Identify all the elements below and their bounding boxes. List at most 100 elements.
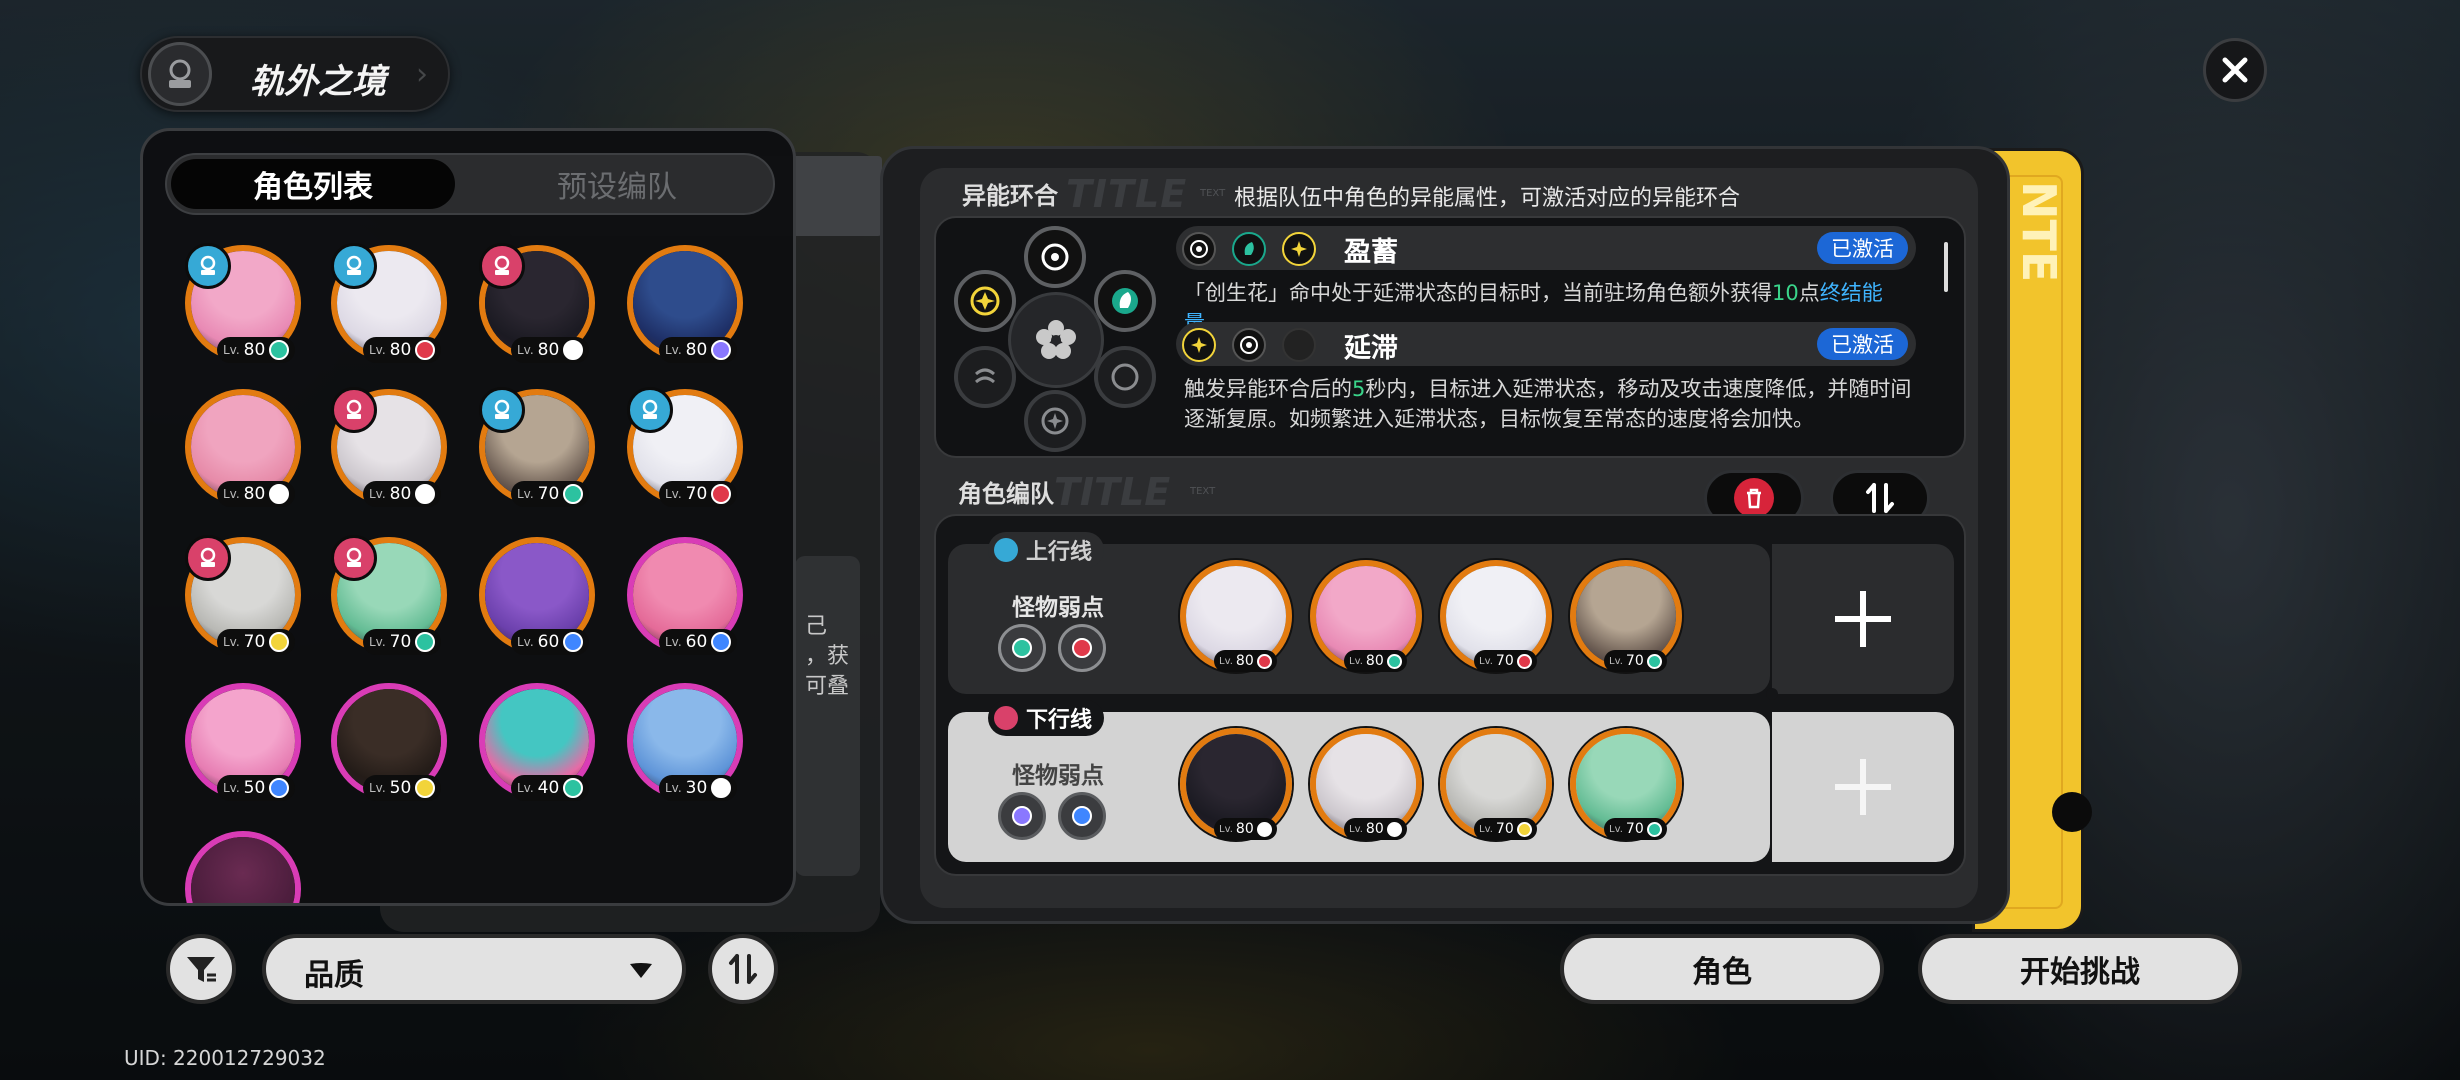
- ticket-hole: [2052, 792, 2092, 832]
- up-line-icon: [994, 538, 1018, 562]
- character-avatar[interactable]: Lv. 70: [185, 535, 301, 655]
- level-value: 70: [243, 632, 266, 652]
- character-avatar[interactable]: Lv. 50: [185, 683, 301, 801]
- character-avatar[interactable]: Lv. 80: [479, 243, 595, 363]
- ring-element-icon: [1111, 363, 1139, 391]
- level-tag: Lv. 70: [1604, 650, 1667, 672]
- level-value: 70: [1495, 821, 1514, 837]
- weakness-fire-icon: [1058, 624, 1106, 672]
- wheel-node-ring[interactable]: [1094, 346, 1156, 408]
- page-title: 轨外之境: [250, 62, 386, 102]
- dropdown-arrow-icon: [630, 963, 652, 978]
- element-icon: [1516, 821, 1532, 837]
- rank-badge-icon: [479, 387, 525, 433]
- team-member-avatar[interactable]: Lv. 80: [1180, 560, 1292, 672]
- add-down-line-button[interactable]: [1772, 712, 1954, 862]
- wheel-node-spark[interactable]: [954, 270, 1016, 332]
- sort-select[interactable]: 品质: [262, 934, 686, 1004]
- rank-badge-icon: [331, 243, 377, 289]
- level-value: 70: [537, 484, 560, 504]
- element-icon: [269, 484, 290, 504]
- up-line-row: 上行线 怪物弱点 Lv. 80 Lv. 80 Lv. 70 Lv. 70: [948, 532, 1770, 694]
- element-icon: [269, 778, 290, 798]
- uid-label: UID: 220012729032: [124, 1046, 326, 1070]
- level-tag: Lv. 80: [217, 481, 296, 507]
- sort-select-value: 品质: [304, 958, 364, 993]
- sort-order-button[interactable]: [708, 934, 778, 1004]
- character-avatar[interactable]: Lv. 60: [627, 537, 743, 655]
- team-deco-text: TITLE: [1054, 470, 1171, 514]
- team-member-avatar[interactable]: Lv. 70: [1570, 560, 1682, 672]
- level-tag: Lv. 70: [217, 629, 296, 655]
- level-tag: Lv. 30: [659, 775, 738, 801]
- resonance-item-2[interactable]: 延滞 已激活: [1176, 322, 1916, 366]
- level-value: 80: [243, 340, 266, 360]
- team-lines-box: 上行线 怪物弱点 Lv. 80 Lv. 80 Lv. 70 Lv. 70 下行线 怪物弱点 L…: [934, 514, 1966, 876]
- level-value: 80: [685, 340, 708, 360]
- level-tag: Lv. 80: [1214, 818, 1277, 840]
- level-value: 30: [685, 778, 708, 798]
- element-icon: [1386, 653, 1402, 669]
- resonance-tiny-text: TEXT: [1200, 188, 1226, 199]
- resonance-description-2: 触发异能环合后的5秒内，目标进入延滞状态，移动及攻击速度降低，并随时间逐渐复原。…: [1184, 374, 1920, 434]
- character-avatar[interactable]: Lv. 80: [627, 245, 743, 363]
- character-avatar[interactable]: Lv. 60: [479, 537, 595, 655]
- wheel-node-gear[interactable]: [1024, 226, 1086, 288]
- element-icon: [415, 340, 436, 360]
- element-icon: [415, 632, 436, 652]
- tab-character-list[interactable]: 角色列表: [171, 159, 455, 209]
- element-icon: [711, 632, 732, 652]
- level-tag: Lv. 80: [363, 481, 442, 507]
- star-element-icon: [1041, 407, 1069, 435]
- filter-button[interactable]: [166, 934, 236, 1004]
- team-member-avatar[interactable]: Lv. 80: [1310, 728, 1422, 840]
- spark-element-icon: [1282, 232, 1316, 266]
- gear-element-icon: [1232, 328, 1266, 362]
- character-avatar[interactable]: Lv. 80: [331, 387, 447, 507]
- team-member-avatar[interactable]: Lv. 80: [1180, 728, 1292, 840]
- plus-icon: [1835, 759, 1891, 815]
- element-icon: [711, 340, 732, 360]
- close-button[interactable]: [2203, 38, 2267, 102]
- level-value: 80: [389, 484, 412, 504]
- wheel-node-star[interactable]: [1024, 390, 1086, 452]
- add-up-line-button[interactable]: [1772, 544, 1954, 694]
- level-tag: Lv. 80: [363, 337, 442, 363]
- character-avatar[interactable]: Lv. 70: [479, 387, 595, 507]
- character-avatar[interactable]: Lv. 70: [627, 387, 743, 507]
- tab-preset-teams[interactable]: 预设编队: [467, 159, 767, 209]
- rank-badge-icon: [479, 243, 525, 289]
- character-avatar[interactable]: Lv. 50: [331, 683, 447, 801]
- element-icon: [711, 778, 732, 798]
- character-avatar-partial[interactable]: [185, 831, 301, 903]
- character-avatar[interactable]: Lv. 80: [185, 243, 301, 363]
- team-tiny-text: TEXT: [1190, 486, 1216, 497]
- ghost-line: 可叠: [805, 674, 850, 699]
- character-avatar[interactable]: Lv. 30: [627, 683, 743, 801]
- resonance-item-1[interactable]: 盈蓄 已激活: [1176, 226, 1916, 270]
- level-tag: Lv. 70: [1604, 818, 1667, 840]
- character-avatar[interactable]: Lv. 70: [331, 535, 447, 655]
- team-member-avatar[interactable]: Lv. 70: [1440, 728, 1552, 840]
- wheel-node-wave[interactable]: [954, 346, 1016, 408]
- team-member-avatar[interactable]: Lv. 70: [1440, 560, 1552, 672]
- character-avatar[interactable]: Lv. 40: [479, 683, 595, 801]
- sort-icon: [729, 954, 757, 984]
- team-member-avatar[interactable]: Lv. 70: [1570, 728, 1682, 840]
- start-challenge-button[interactable]: 开始挑战: [1918, 934, 2242, 1004]
- level-value: 70: [389, 632, 412, 652]
- rank-badge-icon: [185, 243, 231, 289]
- character-button[interactable]: 角色: [1560, 934, 1884, 1004]
- resonance-name: 盈蓄: [1344, 237, 1398, 268]
- resonance-scrollbar[interactable]: [1944, 242, 1948, 292]
- mode-title-bar[interactable]: 轨外之境 ›: [140, 36, 450, 112]
- resonance-name: 延滞: [1344, 333, 1398, 364]
- leaf-element-icon: [1112, 288, 1138, 314]
- team-member-avatar[interactable]: Lv. 80: [1310, 560, 1422, 672]
- character-avatar[interactable]: Lv. 80: [185, 389, 301, 507]
- character-avatar[interactable]: Lv. 80: [331, 243, 447, 363]
- gear-element-icon: [1041, 243, 1069, 271]
- wheel-node-leaf[interactable]: [1094, 270, 1156, 332]
- trash-icon: [1734, 478, 1774, 518]
- element-icon: [563, 340, 584, 360]
